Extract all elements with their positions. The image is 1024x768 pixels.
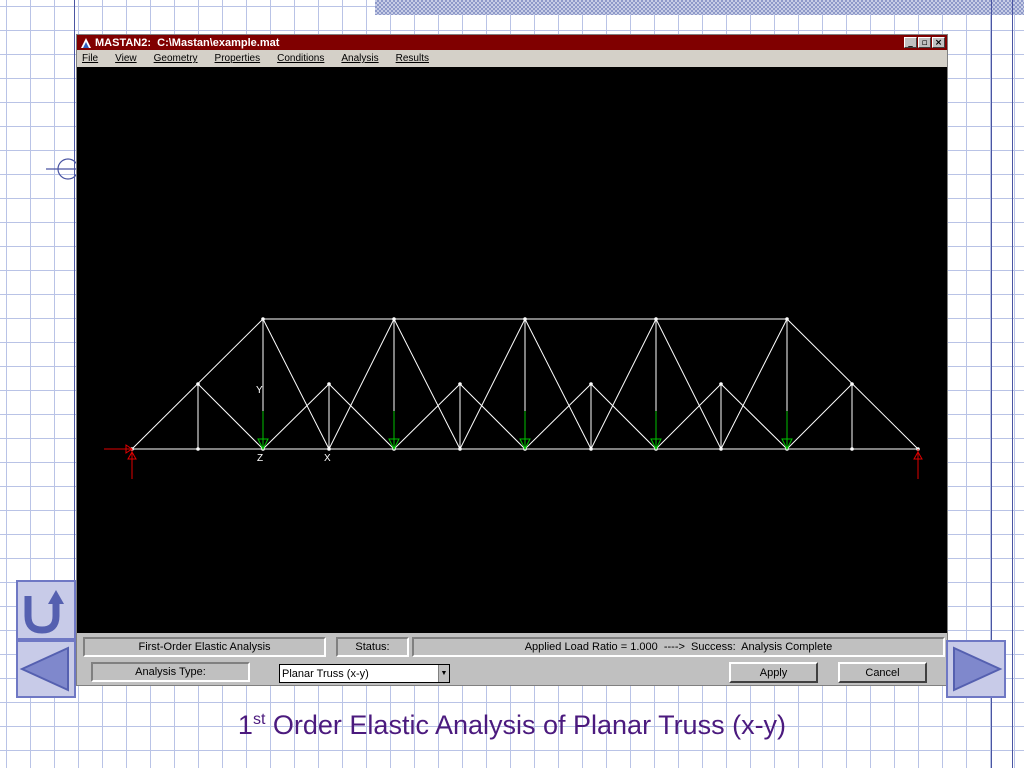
menu-results[interactable]: Results (396, 53, 429, 64)
truss-node (654, 317, 658, 321)
truss-node (785, 317, 789, 321)
caption-text: Order Elastic Analysis of Planar Truss (… (265, 710, 787, 740)
truss-node (850, 447, 854, 451)
close-icon[interactable]: × (932, 37, 945, 48)
next-arrow-icon (953, 646, 1003, 692)
status-message: Applied Load Ratio = 1.000 ----> Success… (412, 637, 945, 657)
restore-icon[interactable]: ▫ (918, 37, 931, 48)
truss-member (590, 318, 657, 450)
menu-properties[interactable]: Properties (215, 53, 261, 64)
truss-member (524, 383, 592, 450)
truss-node (589, 382, 593, 386)
truss-member (328, 383, 395, 450)
truss-member (786, 383, 853, 450)
truss-node (719, 447, 723, 451)
cancel-button[interactable]: Cancel (838, 662, 927, 683)
truss-canvas[interactable]: Y Z X (77, 67, 947, 633)
truss-member (655, 383, 722, 450)
next-slide-button[interactable] (946, 640, 1006, 698)
return-button[interactable] (16, 580, 76, 640)
menu-bar: File View Geometry Properties Conditions… (77, 50, 947, 67)
caption-ordinal: st (252, 711, 266, 728)
window-title: MASTAN2: C:\Mastan\example.mat (95, 36, 280, 49)
truss-node (327, 447, 331, 451)
menu-analysis[interactable]: Analysis (341, 53, 378, 64)
menu-view[interactable]: View (115, 53, 137, 64)
menu-file[interactable]: File (82, 53, 98, 64)
dropdown-arrow-icon[interactable]: ▼ (438, 665, 449, 682)
truss-node (327, 382, 331, 386)
truss-member (328, 318, 395, 450)
axis-label-y: Y (256, 385, 263, 396)
minimize-icon[interactable]: _ (904, 37, 917, 48)
truss-node (523, 317, 527, 321)
truss-member (459, 318, 526, 450)
axis-label-x: X (324, 453, 331, 464)
truss-member (262, 383, 330, 450)
truss-drawing: Y Z X (104, 317, 923, 479)
truss-member (720, 318, 788, 450)
truss-member (393, 383, 461, 450)
app-window: MASTAN2: C:\Mastan\example.mat _ ▫ × Fil… (76, 34, 948, 686)
truss-member (197, 383, 264, 450)
truss-member (524, 318, 592, 450)
truss-node (719, 382, 723, 386)
truss-node (850, 382, 854, 386)
menu-geometry[interactable]: Geometry (154, 53, 198, 64)
app-icon (81, 37, 91, 48)
decorative-line (1012, 0, 1013, 768)
slide-caption: 1st Order Elastic Analysis of Planar Tru… (0, 710, 1024, 741)
menu-conditions[interactable]: Conditions (277, 53, 324, 64)
truss-node (196, 382, 200, 386)
truss-member (459, 383, 526, 450)
status-label: Status: (336, 637, 409, 657)
return-icon (24, 590, 64, 634)
decorative-band (375, 0, 1024, 15)
title-bar[interactable]: MASTAN2: C:\Mastan\example.mat _ ▫ × (77, 35, 947, 50)
truss-member (655, 318, 722, 450)
truss-member (262, 318, 330, 450)
truss-node (458, 382, 462, 386)
previous-arrow-icon (19, 646, 69, 692)
truss-node (261, 317, 265, 321)
analysis-type-label: Analysis Type: (91, 662, 250, 682)
truss-node (458, 447, 462, 451)
status-panel: First-Order Elastic Analysis Status: App… (77, 633, 947, 685)
truss-node (196, 447, 200, 451)
analysis-name-field: First-Order Elastic Analysis (83, 637, 326, 657)
analysis-type-value: Planar Truss (x-y) (282, 667, 369, 680)
apply-button[interactable]: Apply (729, 662, 818, 683)
previous-slide-button[interactable] (16, 640, 76, 698)
truss-member (720, 383, 788, 450)
analysis-type-select[interactable]: Planar Truss (x-y) ▼ (279, 664, 450, 683)
axis-label-z: Z (257, 453, 263, 464)
truss-node (392, 317, 396, 321)
truss-node (589, 447, 593, 451)
decorative-line (74, 0, 75, 580)
truss-member (393, 318, 461, 450)
truss-member (590, 383, 657, 450)
caption-number: 1 (237, 710, 253, 740)
